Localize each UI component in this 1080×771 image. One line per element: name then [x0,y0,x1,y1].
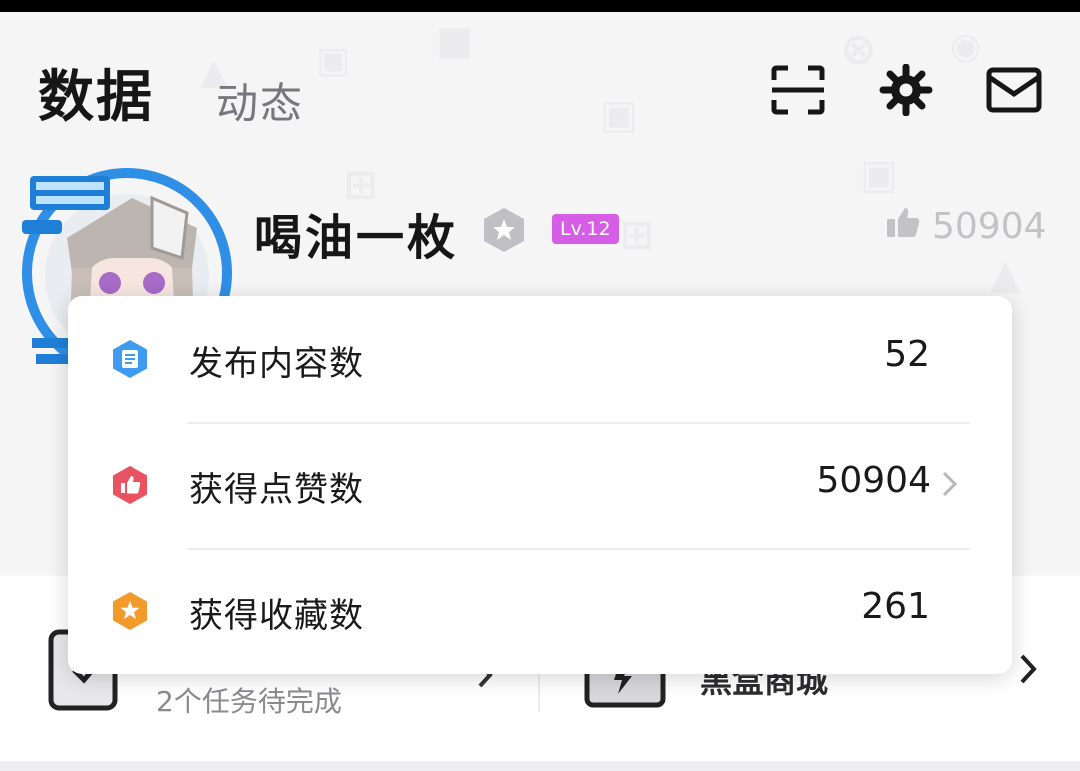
level-badge: Lv.12 [552,214,619,244]
thumbs-up-icon [886,206,920,247]
verified-badge-icon [481,206,527,254]
bottom-strip [0,761,1080,771]
header-tabs: 数据 动态 [38,52,304,133]
profile-name: 喝油一枚 [254,210,459,266]
thumbs-up-icon [113,466,147,504]
mail-icon [986,67,1042,113]
status-bar [0,0,1080,12]
messages-button[interactable] [986,64,1042,116]
stat-value: 52 [884,334,930,375]
settings-button[interactable] [878,64,934,116]
document-icon [113,340,147,378]
shop-chevron-icon[interactable] [1018,652,1040,686]
scan-button[interactable] [770,64,826,116]
stat-row-posts: 发布内容数 52 [68,296,1012,422]
tab-activity[interactable]: 动态 [216,70,304,131]
chevron-right-icon[interactable] [940,469,960,499]
star-icon [113,592,147,630]
likes-count: 50904 [932,206,1047,247]
stat-value: 50904 [816,460,931,501]
stat-label: 获得收藏数 [189,596,364,636]
gear-icon [879,64,933,116]
tab-data[interactable]: 数据 [38,52,154,133]
scan-icon [771,65,825,115]
stat-row-likes[interactable]: 获得点赞数 50904 [68,422,1012,548]
profile-likes: 50904 [886,206,1047,247]
stat-value: 261 [861,586,930,627]
stat-row-favorites: 获得收藏数 261 [68,548,1012,674]
stat-label: 获得点赞数 [189,470,364,510]
stats-popup: 发布内容数 52 获得点赞数 50904 获得收藏数 261 [68,296,1012,674]
tasks-status[interactable]: 2个任务待完成 [156,680,342,720]
stat-label: 发布内容数 [189,344,364,384]
